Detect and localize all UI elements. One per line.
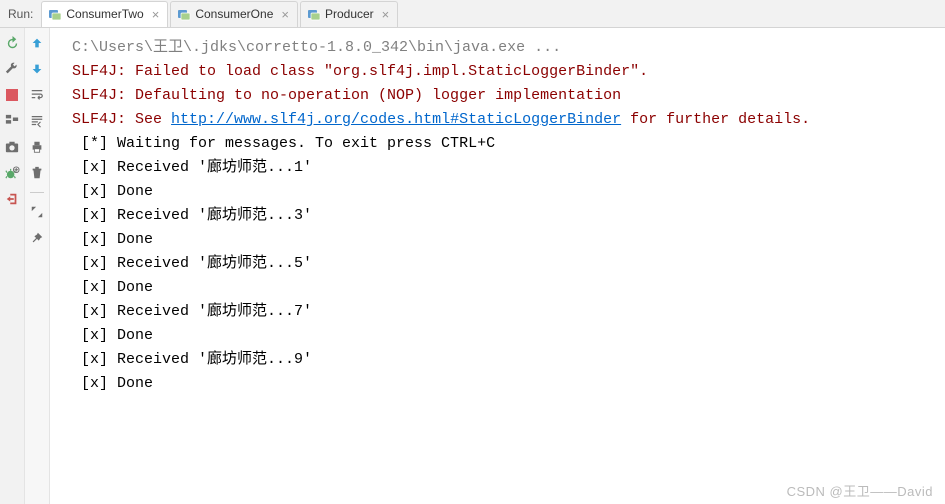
console-text: [x] Done — [72, 375, 153, 392]
console-line: [x] Done — [72, 180, 935, 204]
console-line: SLF4J: Defaulting to no-operation (NOP) … — [72, 84, 935, 108]
run-config-icon — [48, 7, 62, 21]
scroll-to-end-icon[interactable] — [28, 112, 46, 130]
run-tool-window-header: Run: ConsumerTwo × ConsumerOne × Producer × — [0, 0, 945, 28]
bug-settings-icon[interactable] — [3, 164, 21, 182]
console-line: [x] Received '廊坊师范...3' — [72, 204, 935, 228]
console-text: for further details. — [621, 111, 810, 128]
console-text: SLF4J: Defaulting to no-operation (NOP) … — [72, 87, 621, 104]
console-text: C:\Users\王卫\.jdks\corretto-1.8.0_342\bin… — [72, 39, 561, 56]
console-line: SLF4J: Failed to load class "org.slf4j.i… — [72, 60, 935, 84]
console-text: [x] Done — [72, 183, 153, 200]
inner-toolbar — [25, 28, 50, 504]
console-text: [x] Received '廊坊师范...3' — [72, 207, 312, 224]
console-line: [x] Done — [72, 276, 935, 300]
left-toolbar — [0, 28, 25, 504]
arrow-up-icon[interactable] — [28, 34, 46, 52]
console-line: [x] Done — [72, 228, 935, 252]
console-text: [x] Received '廊坊师范...5' — [72, 255, 312, 272]
console-output[interactable]: C:\Users\王卫\.jdks\corretto-1.8.0_342\bin… — [50, 28, 945, 504]
debug-tree-icon[interactable] — [3, 112, 21, 130]
toolbar-divider — [30, 192, 44, 193]
wrench-icon[interactable] — [3, 60, 21, 78]
delete-icon[interactable] — [28, 164, 46, 182]
console-text: [x] Done — [72, 231, 153, 248]
console-text: [x] Received '廊坊师范...7' — [72, 303, 312, 320]
console-line: [x] Done — [72, 372, 935, 396]
exit-icon[interactable] — [3, 190, 21, 208]
run-tabs: ConsumerTwo × ConsumerOne × Producer × — [41, 1, 400, 27]
console-text: [*] Waiting for messages. To exit press … — [72, 135, 495, 152]
console-line: [x] Received '廊坊师范...7' — [72, 300, 935, 324]
stop-icon[interactable] — [3, 86, 21, 104]
console-line: [x] Received '廊坊师范...9' — [72, 348, 935, 372]
watermark: CSDN @王卫——David — [787, 481, 933, 500]
run-tool-window-body: C:\Users\王卫\.jdks\corretto-1.8.0_342\bin… — [0, 28, 945, 504]
tab-consumertwo[interactable]: ConsumerTwo × — [41, 1, 168, 27]
run-config-icon — [177, 7, 191, 21]
close-icon[interactable]: × — [152, 7, 160, 22]
console-text: SLF4J: See — [72, 111, 171, 128]
expand-icon[interactable] — [28, 203, 46, 221]
pin-icon[interactable] — [28, 229, 46, 247]
console-text: [x] Received '廊坊师范...1' — [72, 159, 312, 176]
camera-icon[interactable] — [3, 138, 21, 156]
tab-consumerone[interactable]: ConsumerOne × — [170, 1, 298, 27]
tab-producer[interactable]: Producer × — [300, 1, 398, 27]
print-icon[interactable] — [28, 138, 46, 156]
tab-label: ConsumerOne — [195, 7, 273, 21]
console-line: SLF4J: See http://www.slf4j.org/codes.ht… — [72, 108, 935, 132]
close-icon[interactable]: × — [281, 7, 289, 22]
rerun-icon[interactable] — [3, 34, 21, 52]
run-label: Run: — [4, 7, 41, 21]
console-line: [x] Received '廊坊师范...5' — [72, 252, 935, 276]
console-text: [x] Done — [72, 327, 153, 344]
run-config-icon — [307, 7, 321, 21]
console-link[interactable]: http://www.slf4j.org/codes.html#StaticLo… — [171, 111, 621, 128]
arrow-down-icon[interactable] — [28, 60, 46, 78]
tab-label: ConsumerTwo — [66, 7, 143, 21]
console-text: [x] Received '廊坊师范...9' — [72, 351, 312, 368]
console-line: C:\Users\王卫\.jdks\corretto-1.8.0_342\bin… — [72, 36, 935, 60]
console-line: [x] Received '廊坊师范...1' — [72, 156, 935, 180]
console-line: [*] Waiting for messages. To exit press … — [72, 132, 935, 156]
console-text: SLF4J: Failed to load class "org.slf4j.i… — [72, 63, 648, 80]
wrap-text-icon[interactable] — [28, 86, 46, 104]
close-icon[interactable]: × — [382, 7, 390, 22]
console-line: [x] Done — [72, 324, 935, 348]
tab-label: Producer — [325, 7, 374, 21]
console-text: [x] Done — [72, 279, 153, 296]
